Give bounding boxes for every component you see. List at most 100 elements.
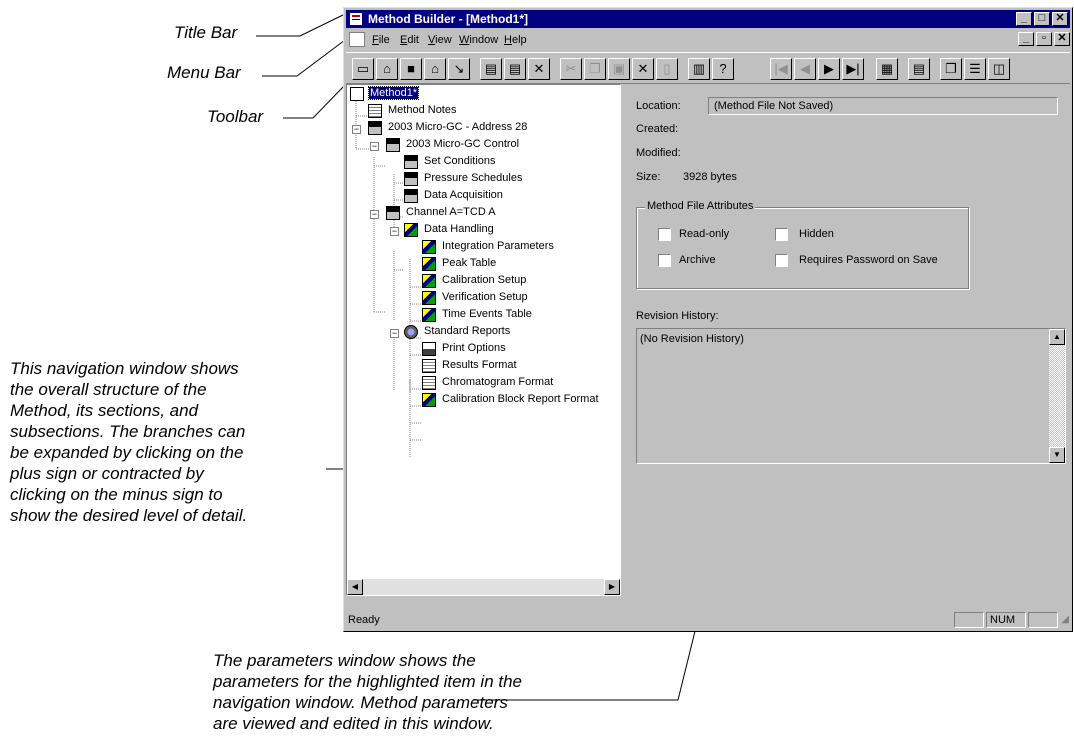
callout-navigation-line: This navigation window shows: [10, 359, 239, 378]
toolbar: ▭ ⌂ ■ ⌂ ↘ ▤ ▤ ✕ ✂ ❐ ▣ ✕ ▯ ▥ ? |◀ ◀ ▶ ▶| …: [346, 52, 1070, 84]
resize-grip-icon[interactable]: ◢: [1061, 614, 1069, 625]
callout-navigation-line: clicking on the minus sign to: [10, 485, 223, 504]
app-icon[interactable]: [349, 12, 363, 26]
location-label: Location:: [636, 100, 681, 112]
menu-view[interactable]: View: [428, 34, 452, 46]
modified-label: Modified:: [636, 147, 681, 159]
method-delete-icon[interactable]: ✕: [528, 58, 550, 80]
hidden-checkbox[interactable]: [775, 228, 788, 241]
help-icon[interactable]: ?: [712, 58, 734, 80]
tree-node-label: Pressure Schedules: [424, 172, 523, 184]
previous-icon[interactable]: ◀: [794, 58, 816, 80]
callout-navigation-line: subsections. The branches can: [10, 422, 246, 441]
navigation-window[interactable]: Method1* Method Notes − 2003 Micro-GC - …: [346, 84, 621, 596]
leader-toolbar: [283, 84, 346, 119]
callout-navigation-line: the overall structure of the: [10, 380, 207, 399]
collapse-icon[interactable]: −: [370, 210, 379, 219]
tree-node-label: Method1*: [367, 86, 420, 100]
mdi-restore-button[interactable]: ▫: [1036, 32, 1052, 46]
view-horizontal-icon[interactable]: ☰: [964, 58, 986, 80]
view-cascade-icon[interactable]: ❐: [940, 58, 962, 80]
next-icon[interactable]: ▶: [818, 58, 840, 80]
new-icon[interactable]: ▭: [352, 58, 374, 80]
size-label: Size:: [636, 171, 661, 183]
menu-file[interactable]: File: [372, 34, 390, 46]
view-green-icon[interactable]: ▤: [908, 58, 930, 80]
collapse-icon[interactable]: −: [370, 142, 379, 151]
mdi-buttons: _ ▫ ✕: [1016, 32, 1070, 46]
data-handling-icon: [422, 291, 436, 305]
method-import-icon[interactable]: ▤: [504, 58, 526, 80]
maximize-button[interactable]: □: [1034, 12, 1050, 26]
first-icon[interactable]: |◀: [770, 58, 792, 80]
paste-icon[interactable]: ▣: [608, 58, 630, 80]
scroll-left-icon[interactable]: ◀: [347, 579, 363, 595]
tree-node-label: Data Acquisition: [424, 189, 503, 201]
location-field[interactable]: (Method File Not Saved): [708, 97, 1058, 115]
tree-node-label: Calibration Block Report Format: [442, 393, 599, 405]
close-button[interactable]: ✕: [1052, 12, 1068, 26]
open-folder-icon[interactable]: ⌂: [424, 58, 446, 80]
print-icon[interactable]: ▥: [688, 58, 710, 80]
scroll-down-icon[interactable]: ▼: [1049, 447, 1065, 463]
size-value: 3928 bytes: [683, 171, 737, 183]
menu-window[interactable]: Window: [459, 34, 498, 46]
data-handling-icon: [422, 240, 436, 254]
callout-parameters-line: are viewed and edited in this window.: [213, 714, 494, 733]
revision-history-box[interactable]: (No Revision History) ▲ ▼: [636, 328, 1066, 464]
read-only-label: Read-only: [679, 228, 730, 240]
mdi-close-button[interactable]: ✕: [1054, 32, 1070, 46]
tree-node-label: Method Notes: [388, 104, 457, 116]
menu-help[interactable]: Help: [504, 34, 527, 46]
requires-password-checkbox[interactable]: [775, 254, 788, 267]
leader-title-bar: [256, 13, 346, 37]
open-icon[interactable]: ⌂: [376, 58, 398, 80]
copy-icon[interactable]: ❐: [584, 58, 606, 80]
hidden-label: Hidden: [799, 228, 834, 240]
channel-icon: [386, 206, 400, 220]
archive-checkbox[interactable]: [658, 254, 671, 267]
data-handling-icon: [422, 274, 436, 288]
printer-icon: [422, 342, 436, 356]
document-icon[interactable]: [349, 32, 365, 47]
mdi-minimize-button[interactable]: _: [1018, 32, 1034, 46]
method-new-icon[interactable]: ▤: [480, 58, 502, 80]
scroll-right-icon[interactable]: ▶: [604, 579, 620, 595]
tree-node-label: Chromatogram Format: [442, 376, 554, 388]
collapse-icon[interactable]: −: [352, 125, 361, 134]
properties-icon[interactable]: ▯: [656, 58, 678, 80]
leader-menu-bar: [262, 39, 346, 77]
view-tree-icon[interactable]: ▦: [876, 58, 898, 80]
parameters-window: Location: (Method File Not Saved) Create…: [625, 84, 1070, 596]
horizontal-scrollbar[interactable]: ◀ ▶: [347, 579, 620, 595]
title-bar[interactable]: Method Builder - [Method1*] _ □ ✕: [346, 10, 1070, 28]
tree-node-label: Time Events Table: [442, 308, 532, 320]
gc-instrument-icon: [386, 138, 400, 152]
scroll-up-icon[interactable]: ▲: [1049, 329, 1065, 345]
delete-icon[interactable]: ✕: [632, 58, 654, 80]
vertical-scrollbar[interactable]: ▲ ▼: [1049, 329, 1065, 463]
minimize-button[interactable]: _: [1016, 12, 1032, 26]
view-vertical-icon[interactable]: ◫: [988, 58, 1010, 80]
revision-history-label: Revision History:: [636, 310, 719, 322]
collapse-icon[interactable]: −: [390, 227, 399, 236]
callout-navigation-line: Method, its sections, and: [10, 401, 199, 420]
created-label: Created:: [636, 123, 679, 135]
last-icon[interactable]: ▶|: [842, 58, 864, 80]
callout-parameters-line: parameters for the highlighted item in t…: [213, 672, 523, 691]
wrench-icon[interactable]: ↘: [448, 58, 470, 80]
results-icon: [422, 359, 436, 373]
reports-icon: [404, 325, 418, 339]
callout-navigation-line: show the desired level of detail.: [10, 506, 248, 525]
status-text: Ready: [348, 614, 380, 626]
menu-edit[interactable]: Edit: [400, 34, 419, 46]
save-icon[interactable]: ■: [400, 58, 422, 80]
gc-instrument-icon: [404, 189, 418, 203]
read-only-checkbox[interactable]: [658, 228, 671, 241]
chromatogram-icon: [422, 376, 436, 390]
menu-bar: File Edit View Window Help _ ▫ ✕: [346, 30, 1070, 50]
cut-icon[interactable]: ✂: [560, 58, 582, 80]
tree-node-label: Print Options: [442, 342, 506, 354]
tree-node-label: Standard Reports: [424, 325, 511, 337]
collapse-icon[interactable]: −: [390, 329, 399, 338]
